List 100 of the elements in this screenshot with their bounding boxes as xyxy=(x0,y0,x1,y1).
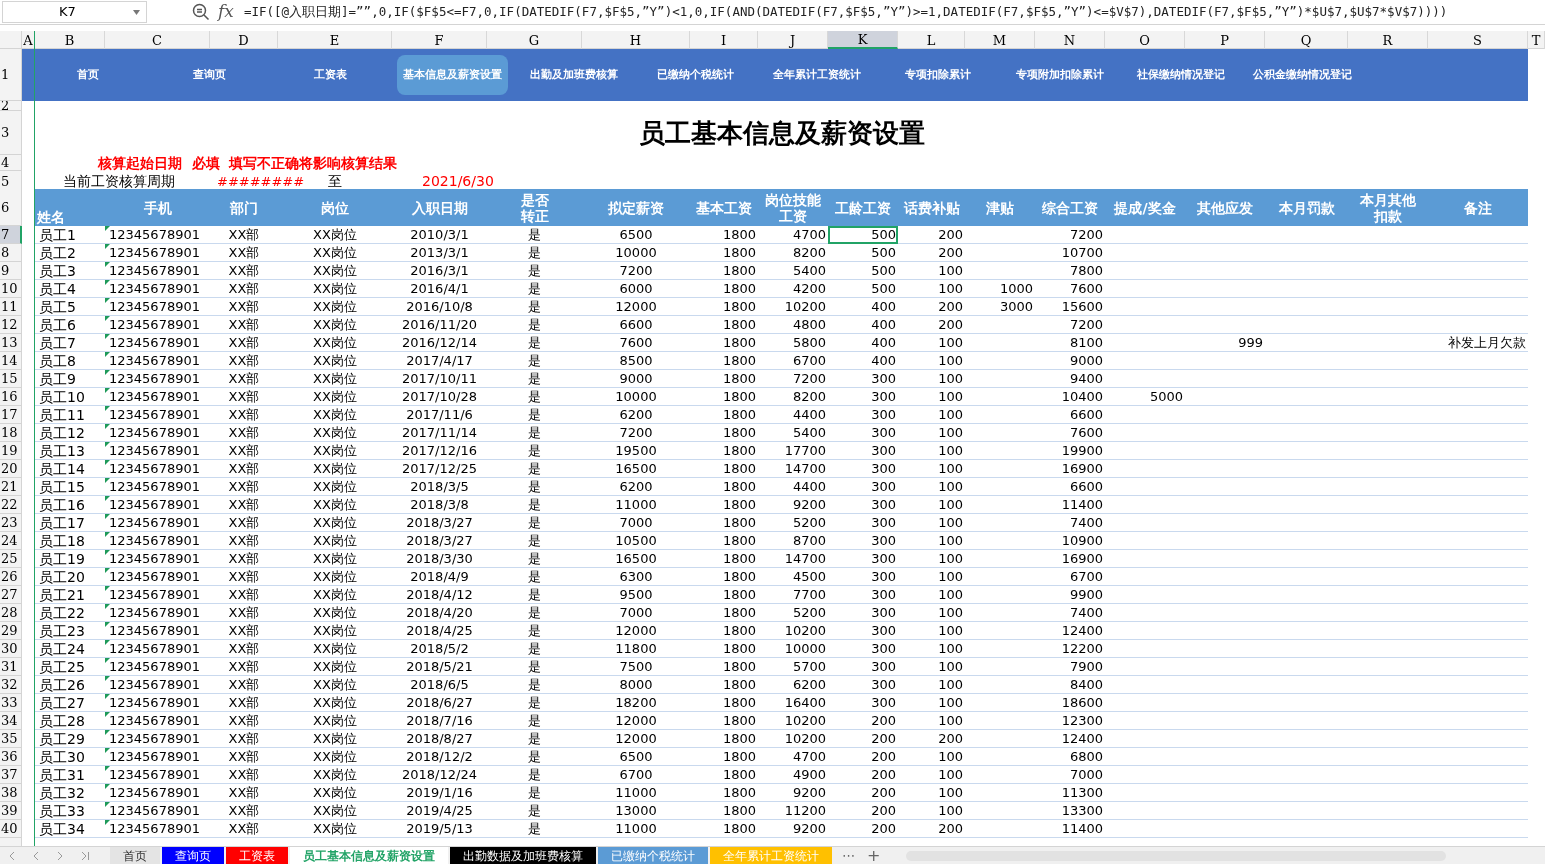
nav-button[interactable]: 出勤及加班费核算 xyxy=(523,55,624,95)
row-number[interactable]: 40 xyxy=(0,820,22,838)
table-cell: XX部 xyxy=(228,766,260,783)
function-label[interactable]: fx xyxy=(218,0,234,24)
row-number[interactable]: 9 xyxy=(0,262,22,280)
next-sheet-icon[interactable] xyxy=(56,850,64,861)
table-cell: 2016/11/20 xyxy=(402,316,477,333)
row-number[interactable]: 3 xyxy=(0,111,22,155)
row-number[interactable]: 26 xyxy=(0,568,22,586)
row-number[interactable]: 38 xyxy=(0,784,22,802)
nav-button[interactable]: 已缴纳个税统计 xyxy=(650,55,740,95)
row-number[interactable]: 8 xyxy=(0,244,22,262)
row-number[interactable]: 21 xyxy=(0,478,22,496)
previous-sheet-icon[interactable] xyxy=(32,850,40,861)
table-cell: 是 xyxy=(528,514,541,531)
table-cell: 1800 xyxy=(722,370,756,387)
row-number[interactable]: 6 xyxy=(0,189,22,226)
table-cell: 员工10 xyxy=(39,388,85,405)
table-cell: 是 xyxy=(528,568,541,585)
row-number[interactable]: 12 xyxy=(0,316,22,334)
table-cell: 300 xyxy=(871,676,896,693)
table-cell: 12000 xyxy=(615,730,657,747)
add-sheet-button[interactable]: + xyxy=(867,847,881,864)
row-number[interactable]: 4 xyxy=(0,155,22,171)
magnifier-icon[interactable] xyxy=(192,3,210,21)
row-number[interactable]: 28 xyxy=(0,604,22,622)
row-number[interactable]: 22 xyxy=(0,496,22,514)
row-number[interactable]: 39 xyxy=(0,802,22,820)
column-header: 部门 xyxy=(230,199,258,216)
table-cell: 8200 xyxy=(792,244,826,261)
table-cell: 6600 xyxy=(1069,478,1103,495)
row-number[interactable]: 10 xyxy=(0,280,22,298)
row-number[interactable]: 31 xyxy=(0,658,22,676)
table-cell: 员工3 xyxy=(39,262,76,279)
nav-button[interactable]: 全年累计工资统计 xyxy=(766,55,867,95)
first-sheet-icon[interactable] xyxy=(8,850,16,861)
row-number[interactable]: 7 xyxy=(0,226,22,244)
name-box[interactable]: K7 xyxy=(2,1,147,23)
period-separator: 至 xyxy=(328,172,342,191)
row-number[interactable]: 36 xyxy=(0,748,22,766)
table-cell: 7000 xyxy=(619,604,653,621)
column-header: 手机 xyxy=(143,199,172,216)
table-cell: 1800 xyxy=(722,514,756,531)
formula-text[interactable]: =IF([@入职日期]=””,0,IF($F$5<=F7,0,IF(DATEDIF(F7,$F$5,”Y”)<1,0,IF(AND(DATEDIF(F7,$F$5,”Y”)>=1,DATEDIF(F7,$F$5,”Y”)<=$V$7),DATEDIF(F7,$F$5,”Y”)*$U$7,$U$7*$V$7)))) xyxy=(243,2,1448,22)
column-header: 岗位技能工资 xyxy=(764,191,822,224)
table-cell: 12345678901 xyxy=(109,496,200,513)
table-cell: 12345678901 xyxy=(109,586,200,603)
sheet-tab[interactable]: 查询页 xyxy=(162,846,224,864)
table-cell: 12345678901 xyxy=(109,262,200,279)
table-cell: 1800 xyxy=(722,640,756,657)
sheet-tab[interactable]: 首页 xyxy=(110,846,160,864)
table-cell: 员工1 xyxy=(39,226,76,243)
row-number[interactable]: 11 xyxy=(0,298,22,316)
table-cell: 员工22 xyxy=(39,604,85,621)
row-number[interactable]: 34 xyxy=(0,712,22,730)
column-letter[interactable]: T xyxy=(1528,31,1545,49)
nav-button[interactable]: 工资表 xyxy=(308,55,354,95)
table-cell: 6700 xyxy=(1069,568,1103,585)
row-number[interactable]: 15 xyxy=(0,370,22,388)
table-cell: 200 xyxy=(871,766,896,783)
table-cell: 100 xyxy=(938,802,963,819)
row-number[interactable]: 20 xyxy=(0,460,22,478)
nav-button[interactable]: 首页 xyxy=(70,55,105,95)
row-number[interactable]: 17 xyxy=(0,406,22,424)
row-number[interactable]: 29 xyxy=(0,622,22,640)
nav-button[interactable]: 公积金缴纳情况登记 xyxy=(1247,55,1359,95)
table-cell: 员工19 xyxy=(39,550,85,567)
row-number[interactable]: 13 xyxy=(0,334,22,352)
nav-button[interactable]: 查询页 xyxy=(186,55,232,95)
table-cell: 2017/11/14 xyxy=(402,424,477,441)
nav-button[interactable]: 社保缴纳情况登记 xyxy=(1131,55,1232,95)
row-number[interactable]: 1 xyxy=(0,49,22,101)
row-number[interactable]: 14 xyxy=(0,352,22,370)
row-number[interactable]: 27 xyxy=(0,586,22,604)
row-number[interactable]: 25 xyxy=(0,550,22,568)
table-cell: 12345678901 xyxy=(109,820,200,837)
table-cell: XX部 xyxy=(228,388,260,405)
row-number[interactable]: 37 xyxy=(0,766,22,784)
table-cell: XX部 xyxy=(228,424,260,441)
nav-button[interactable]: 专项扣除累计 xyxy=(899,55,978,95)
row-number[interactable]: 32 xyxy=(0,676,22,694)
table-cell: XX部 xyxy=(228,694,260,711)
row-number[interactable]: 35 xyxy=(0,730,22,748)
row-number[interactable]: 24 xyxy=(0,532,22,550)
row-number[interactable]: 33 xyxy=(0,694,22,712)
sheet-tab[interactable]: 出勤数据及加班费核算 xyxy=(450,846,596,864)
row-number[interactable]: 30 xyxy=(0,640,22,658)
row-number[interactable]: 18 xyxy=(0,424,22,442)
more-tabs-button[interactable]: ⋯ xyxy=(842,845,855,864)
nav-button[interactable]: 专项附加扣除累计 xyxy=(1009,55,1110,95)
sheet-tab[interactable]: 工资表 xyxy=(226,846,288,864)
row-number[interactable]: 19 xyxy=(0,442,22,460)
row-number[interactable]: 16 xyxy=(0,388,22,406)
column-letter[interactable]: K xyxy=(828,31,898,49)
row-number[interactable]: 23 xyxy=(0,514,22,532)
last-sheet-icon[interactable] xyxy=(80,850,90,861)
caret-icon[interactable] xyxy=(133,9,140,15)
table-cell: 500 xyxy=(871,280,896,297)
table-cell: 300 xyxy=(871,622,896,639)
table-cell: 6200 xyxy=(619,406,653,423)
